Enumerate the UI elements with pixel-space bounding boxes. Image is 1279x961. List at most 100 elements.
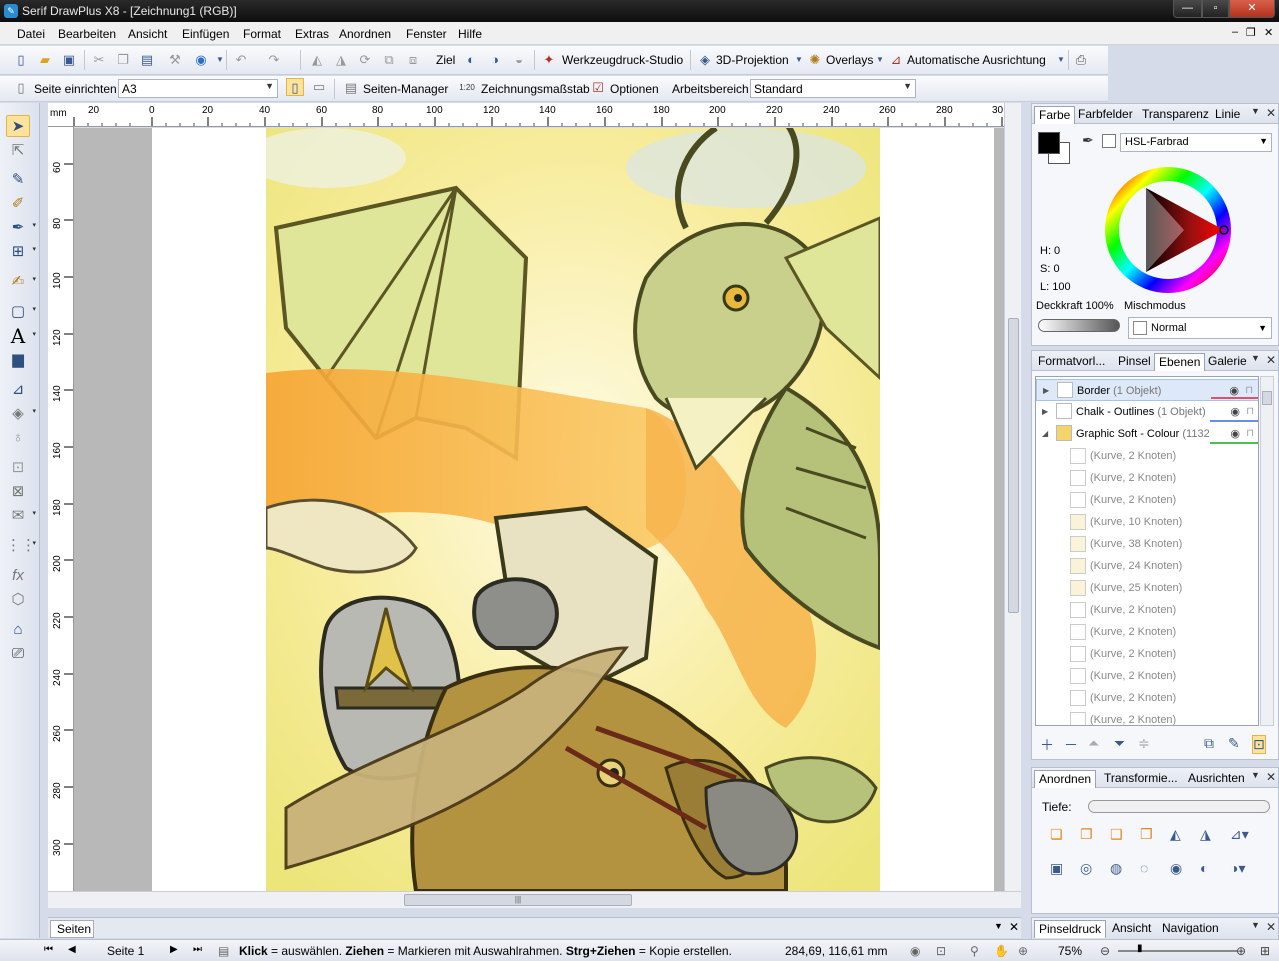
bring-forward-icon[interactable]: ❐ [1080, 826, 1093, 843]
add-icon[interactable]: ◍ [1110, 860, 1122, 877]
ungroup-icon[interactable]: ⧈ [404, 51, 422, 69]
group-icon[interactable]: ⧉ [380, 51, 398, 69]
prev-page-icon[interactable]: ◀ [68, 944, 76, 955]
maximize-button[interactable]: ▫ [1202, 0, 1229, 18]
layer-properties-icon[interactable]: ⧉ [1204, 735, 1214, 752]
chevron-down-icon[interactable]: ▼ [1251, 106, 1260, 116]
cut-icon[interactable]: ✂ [90, 51, 108, 69]
vertical-scroll-thumb[interactable] [1008, 318, 1019, 613]
layer-object[interactable]: (Kurve, 2 Knoten) [1036, 599, 1258, 621]
blend-tool-icon[interactable]: ⋮⋮ ▾ [6, 535, 36, 557]
first-page-icon[interactable]: ⏮ [44, 944, 53, 955]
scale-icon[interactable]: 1:20 [458, 79, 476, 97]
tab-farbe[interactable]: Farbe [1034, 106, 1076, 124]
dragon-knight-artwork[interactable] [266, 128, 880, 891]
copy-icon[interactable]: ❐ [114, 51, 132, 69]
layer-object[interactable]: (Kurve, 2 Knoten) [1036, 709, 1258, 725]
3d-projektion-button[interactable]: 3D-Projektion [716, 53, 789, 67]
minimize-button[interactable]: — [1173, 0, 1202, 18]
depth-slider[interactable] [1088, 800, 1270, 813]
options-icon[interactable]: ☑ [589, 79, 607, 97]
tab-linie[interactable]: Linie [1211, 106, 1244, 124]
seite-einrichten-button[interactable]: Seite einrichten [34, 82, 117, 96]
menu-ansicht[interactable]: Ansicht [128, 27, 167, 41]
hsl-color-wheel[interactable] [1104, 166, 1232, 294]
rotate-icon[interactable]: ⟳ [356, 51, 374, 69]
bring-to-front-icon[interactable]: ❏ [1050, 826, 1063, 843]
tab-ansicht[interactable]: Ansicht [1108, 920, 1155, 938]
layer-object[interactable]: (Kurve, 38 Knoten) [1036, 533, 1258, 555]
snapping-icon[interactable]: ⊡ [936, 944, 946, 958]
flip-horizontal-icon[interactable]: ◭ [1170, 826, 1181, 843]
zoom-tool-icon[interactable]: ⊕ [1018, 944, 1028, 958]
line-swatch[interactable] [1038, 132, 1060, 154]
layer-options-icon[interactable]: ⊡ [1252, 735, 1266, 754]
ziel-label[interactable]: Ziel [436, 53, 455, 67]
flip-vertical-icon[interactable]: ◮ [1200, 826, 1211, 843]
merge-icon[interactable]: ≑ [1138, 735, 1150, 752]
expand-icon[interactable]: ▶ [1042, 401, 1048, 423]
vertical-scrollbar[interactable] [1004, 103, 1021, 891]
zoom-level[interactable]: 75% [1058, 944, 1082, 958]
fill-tool-icon[interactable]: ◈ ▾ [6, 403, 36, 425]
vertical-ruler[interactable]: 60 80 100 120 140 160 180 200 220 240 26… [48, 127, 74, 891]
move-down-icon[interactable]: ⏷ [1114, 735, 1125, 752]
drawing-page[interactable] [152, 128, 994, 891]
save-icon[interactable]: ▣ [60, 51, 78, 69]
redo-icon[interactable]: ↷ [265, 51, 283, 69]
connector-tool-icon[interactable]: ⊞ ▾ [6, 241, 36, 263]
intersect-icon[interactable]: ◉ [1170, 860, 1182, 877]
subtract-icon[interactable]: ◌ [1140, 860, 1148, 876]
page-manager-icon[interactable]: ▤ [342, 79, 360, 97]
printer-icon[interactable]: ⎙ [1072, 51, 1090, 69]
horizontal-ruler[interactable]: mm 20 0 20 40 60 80 100 120 140 160 180 … [48, 103, 1004, 127]
tab-formatvorlagen[interactable]: Formatvorl... [1034, 353, 1109, 371]
shape-crop-icon[interactable]: ⊠ [6, 481, 30, 503]
flip-vertical-icon[interactable]: ◮ [332, 51, 350, 69]
close-icon[interactable]: ✕ [1266, 353, 1276, 367]
mdi-restore-button[interactable]: ❐ [1246, 26, 1256, 39]
more-options-icon[interactable]: ◑▾ [1230, 860, 1245, 877]
layer-object[interactable]: (Kurve, 2 Knoten) [1036, 621, 1258, 643]
crop-tool-icon[interactable]: ⊡ [6, 457, 30, 479]
layer-object[interactable]: (Kurve, 2 Knoten) [1036, 467, 1258, 489]
overlays-button[interactable]: Overlays [826, 53, 873, 67]
menu-hilfe[interactable]: Hilfe [458, 27, 482, 41]
optionen-button[interactable]: Optionen [610, 82, 659, 96]
globe-icon[interactable]: ◉ [192, 51, 210, 69]
menu-fenster[interactable]: Fenster [406, 27, 447, 41]
flip-horizontal-icon[interactable]: ◭ [308, 51, 326, 69]
page-size-combo[interactable]: A3 ▼ [118, 79, 278, 98]
send-backward-icon[interactable]: ❑ [1110, 826, 1123, 843]
next-page-icon[interactable]: ▶ [170, 944, 178, 955]
werkzeugdruck-studio-button[interactable]: Werkzeugdruck-Studio [562, 53, 683, 67]
close-button[interactable]: ✕ [1229, 0, 1275, 18]
tab-pinseldruck[interactable]: Pinseldruck [1034, 920, 1107, 938]
camera-tool-icon[interactable]: ⎚ [6, 643, 30, 665]
horizontal-scroll-thumb[interactable]: ||| [404, 894, 632, 906]
stencil-tool-icon[interactable]: ⌂ [6, 619, 30, 641]
send-to-back-icon[interactable]: ❒ [1140, 826, 1153, 843]
view-icon[interactable]: ◉ [910, 944, 920, 958]
fx-tool-icon[interactable]: fx [6, 565, 30, 587]
menu-bearbeiten[interactable]: Bearbeiten [58, 27, 116, 41]
paint-layer-icon[interactable]: ✎ [1228, 735, 1240, 752]
tab-ebenen[interactable]: Ebenen [1154, 353, 1206, 371]
layer-object[interactable]: (Kurve, 2 Knoten) [1036, 687, 1258, 709]
chevron-down-icon[interactable]: ▼ [1251, 770, 1260, 780]
paste-icon[interactable]: ▤ [138, 51, 156, 69]
tab-pinsel[interactable]: Pinsel [1114, 353, 1155, 371]
transparency-tool-icon[interactable]: ♁ [6, 427, 30, 449]
chevron-down-icon[interactable]: ▼ [1251, 920, 1260, 930]
color-model-combo[interactable]: HSL-Farbrad ▼ [1120, 133, 1272, 152]
fit-page-icon[interactable]: ⊞ [1260, 944, 1270, 958]
close-icon[interactable]: ✕ [1266, 106, 1276, 120]
3d-tool-icon[interactable]: ⬡ [6, 589, 30, 611]
tab-transformieren[interactable]: Transformie... [1100, 770, 1182, 788]
menu-datei[interactable]: Datei [17, 27, 45, 41]
combine-icon[interactable]: ▣ [1050, 860, 1063, 877]
menu-einfuegen[interactable]: Einfügen [182, 27, 229, 41]
picture-tool-icon[interactable]: ▆ [6, 349, 30, 371]
zoom-icon[interactable]: ⚲ [970, 944, 979, 958]
pencil-tool-icon[interactable]: ✎ [6, 169, 30, 191]
